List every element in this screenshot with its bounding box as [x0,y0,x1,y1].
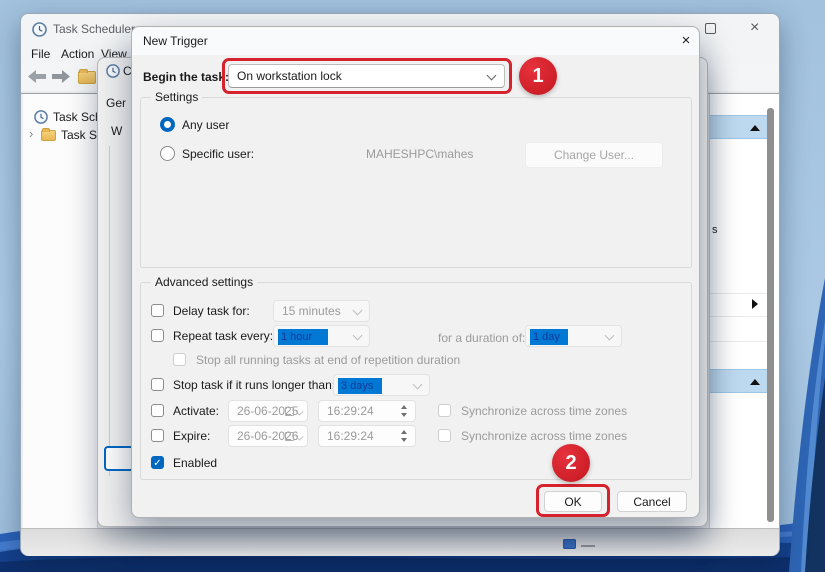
repeat-interval-dropdown[interactable]: 1 hour [273,325,370,347]
statusbar-icon-fragment [563,539,576,549]
tab-general-fragment[interactable]: Ger [106,96,126,110]
tree-item-task-scheduler-root[interactable]: Task Sche [23,109,98,126]
actions-section-header[interactable] [710,369,768,393]
console-tree-panel: Task Sche › Task S [23,94,98,528]
cancel-button[interactable]: Cancel [617,491,687,512]
activate-sync-label: Synchronize across time zones [461,404,627,418]
change-user-button[interactable]: Change User... [525,142,663,168]
spinner-up-icon[interactable] [401,430,407,434]
expire-date-field[interactable]: 26-06-2026 [228,425,308,447]
dialog-close-icon[interactable]: × [676,31,696,51]
focused-button-fragment[interactable] [104,446,134,471]
chevron-down-icon [353,331,363,341]
tree-item-task-scheduler-library[interactable]: › Task S [23,127,98,144]
settings-group-label: Settings [151,90,202,104]
any-user-label[interactable]: Any user [182,118,229,132]
specific-user-label[interactable]: Specific user: [182,147,254,161]
calendar-icon [285,432,294,441]
activate-date-field[interactable]: 26-06-2025 [228,400,308,422]
expire-label: Expire: [173,429,210,443]
task-scheduler-icon [32,22,47,37]
activate-checkbox[interactable] [151,404,164,417]
activate-time-field[interactable]: 16:29:24 [318,400,416,422]
chevron-down-icon [413,380,423,390]
forward-arrow-icon[interactable] [51,69,71,84]
maximize-button[interactable] [705,23,716,34]
activate-label: Activate: [173,404,219,418]
annotation-badge-1: 1 [519,57,557,95]
advanced-settings-group-label: Advanced settings [151,275,257,289]
specific-user-radio[interactable] [160,146,175,161]
menu-file[interactable]: File [31,47,50,61]
stop-task-checkbox[interactable] [151,378,164,391]
desktop: Task Scheduler × File Action View [0,0,825,572]
expire-sync-label: Synchronize across time zones [461,429,627,443]
back-arrow-icon[interactable] [27,69,47,84]
begin-task-label: Begin the task: [143,70,229,84]
chevron-down-icon [605,331,615,341]
duration-value: 1 day [530,329,568,345]
collapse-up-icon[interactable] [750,379,760,385]
tree-item-label: Task S [61,128,97,142]
activate-sync-checkbox[interactable] [438,404,451,417]
menu-action[interactable]: Action [61,47,94,61]
delay-task-checkbox[interactable] [151,304,164,317]
expire-sync-checkbox[interactable] [438,429,451,442]
spinner-down-icon[interactable] [401,413,407,417]
specific-user-value: MAHESHPC\mahes [366,147,473,161]
spinner-down-icon[interactable] [401,438,407,442]
any-user-radio[interactable] [160,117,175,132]
expire-time-value: 16:29:24 [327,429,374,443]
stop-task-label: Stop task if it runs longer than: [173,378,335,392]
enabled-checkbox[interactable]: ✓ [151,456,164,469]
dialog-clock-icon [106,64,120,78]
wallpaper-bloom-right [779,200,825,572]
stop-task-duration-value: 3 days [338,378,382,394]
delay-task-label: Delay task for: [173,304,250,318]
annotation-badge-2: 2 [552,444,590,482]
tree-expander-icon[interactable]: › [29,126,33,141]
close-button[interactable]: × [750,19,759,37]
groupbox-edge [109,146,110,476]
repeat-interval-value: 1 hour [278,329,328,345]
scrollbar[interactable] [767,108,774,522]
statusbar-text-fragment [581,545,595,547]
dialog-title: New Trigger [143,34,208,48]
repeat-task-checkbox[interactable] [151,329,164,342]
annotation-box-2 [536,484,610,517]
stop-all-tasks-checkbox[interactable] [173,353,186,366]
expire-checkbox[interactable] [151,429,164,442]
repeat-task-label: Repeat task every: [173,329,273,343]
collapse-up-icon[interactable] [750,125,760,131]
list-divider [710,341,768,342]
tree-item-label: Task Sche [53,110,98,124]
delay-duration-dropdown[interactable]: 15 minutes [273,300,370,322]
actions-panel: s [709,94,779,528]
spinner-up-icon[interactable] [401,405,407,409]
list-divider [710,293,768,294]
expire-time-field[interactable]: 16:29:24 [318,425,416,447]
stop-all-tasks-label: Stop all running tasks at end of repetit… [196,353,460,367]
annotation-box-1 [222,58,512,94]
activate-time-value: 16:29:24 [327,404,374,418]
list-divider [710,316,768,317]
chevron-down-icon [353,306,363,316]
body-text-fragment: W [111,124,122,138]
submenu-arrow-icon[interactable] [752,299,758,309]
duration-dropdown[interactable]: 1 day [525,325,622,347]
enabled-label: Enabled [173,456,217,470]
stop-task-duration-dropdown[interactable]: 3 days [333,374,430,396]
status-bar [21,528,779,556]
new-trigger-dialog: New Trigger × Begin the task: On worksta… [131,26,700,518]
toolbar-folder-icon[interactable] [78,71,96,84]
actions-section-header[interactable] [710,115,768,139]
library-folder-icon [41,130,56,141]
delay-duration-value: 15 minutes [282,304,341,318]
calendar-icon [285,407,294,416]
actions-item-text-fragment[interactable]: s [712,224,718,236]
duration-label: for a duration of: [438,331,525,345]
window-title: Task Scheduler [53,22,135,36]
clock-icon [34,110,48,124]
dialog-title-bar[interactable]: New Trigger [132,27,699,55]
